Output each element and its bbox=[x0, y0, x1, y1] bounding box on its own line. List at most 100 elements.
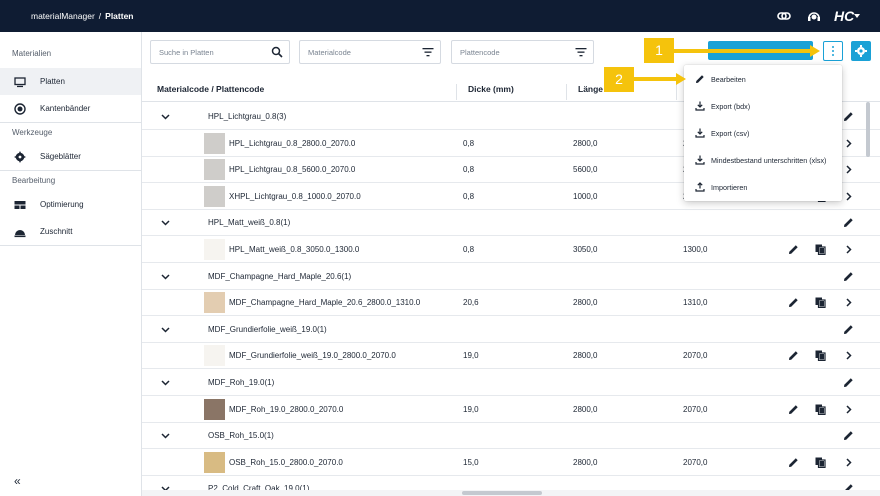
copy-button[interactable] bbox=[815, 350, 826, 362]
more-vertical-icon bbox=[832, 46, 834, 48]
table-row[interactable]: MDF_Champagne_Hard_Maple_20.6_2800.0_131… bbox=[142, 289, 880, 317]
upload-icon bbox=[695, 182, 705, 192]
chevron-down-icon[interactable] bbox=[161, 378, 170, 387]
column-header-length[interactable]: Länge bbox=[578, 84, 603, 94]
table-row[interactable]: MDF_Grundierfolie_weiß_19.0_2800.0_2070.… bbox=[142, 342, 880, 370]
group-label: HPL_Matt_weiß_0.8(1) bbox=[208, 218, 291, 228]
chevron-right-icon[interactable] bbox=[843, 244, 854, 255]
cell-length: 5600,0 bbox=[573, 165, 598, 175]
scrollbar-thumb[interactable] bbox=[462, 491, 542, 495]
column-header-code[interactable]: Materialcode / Plattencode bbox=[157, 84, 264, 94]
group-row[interactable]: HPL_Matt_weiß_0.8(1) bbox=[142, 209, 880, 237]
edit-group-button[interactable] bbox=[843, 377, 854, 388]
link-icon[interactable] bbox=[776, 8, 792, 24]
menu-item-export-bdx[interactable]: Export (bdx) bbox=[684, 93, 842, 120]
cell-thickness: 0,8 bbox=[463, 191, 475, 201]
group-label: MDF_Grundierfolie_weiß_19.0(1) bbox=[208, 324, 327, 334]
materialcode-filter[interactable]: Materialcode bbox=[299, 40, 441, 64]
search-input[interactable]: Suche in Platten bbox=[150, 40, 290, 64]
cell-thickness: 0,8 bbox=[463, 138, 475, 148]
chevron-down-icon[interactable] bbox=[161, 218, 170, 227]
support-icon[interactable] bbox=[806, 8, 822, 24]
cell-width: 2070,0 bbox=[683, 404, 708, 414]
chevron-down-icon[interactable] bbox=[161, 431, 170, 440]
menu-item-label: Importieren bbox=[711, 183, 748, 192]
cell-length: 3050,0 bbox=[573, 245, 598, 254]
edit-group-button[interactable] bbox=[843, 217, 854, 228]
plattencode-filter[interactable]: Plattencode bbox=[451, 40, 594, 64]
cell-thickness: 15,0 bbox=[463, 457, 479, 467]
cell-code: HPL_Lichtgrau_0.8_2800.0_2070.0 bbox=[229, 138, 356, 148]
copy-button[interactable] bbox=[815, 297, 826, 309]
column-header-thickness[interactable]: Dicke (mm) bbox=[468, 84, 514, 94]
group-row[interactable]: MDF_Roh_19.0(1) bbox=[142, 369, 880, 396]
monitor-icon bbox=[14, 76, 26, 88]
material-thumbnail bbox=[204, 398, 225, 420]
table-row[interactable]: HPL_Matt_weiß_0.8_3050.0_1300.0 0,8 3050,0… bbox=[142, 236, 880, 263]
sidebar-item-zuschnitt[interactable]: Zuschnitt bbox=[0, 218, 141, 245]
cell-thickness: 20,6 bbox=[463, 298, 479, 308]
copy-button[interactable] bbox=[815, 404, 826, 415]
edit-group-button[interactable] bbox=[843, 324, 854, 335]
chevron-right-icon[interactable] bbox=[843, 297, 854, 308]
cell-thickness: 0,8 bbox=[463, 245, 475, 254]
sidebar-item-platten[interactable]: Platten bbox=[0, 68, 141, 95]
edit-button[interactable] bbox=[788, 350, 799, 361]
menu-item-importieren[interactable]: Importieren bbox=[684, 174, 842, 201]
edit-group-button[interactable] bbox=[843, 271, 854, 282]
chevron-down-icon[interactable] bbox=[161, 272, 170, 281]
chevron-right-icon[interactable] bbox=[843, 138, 854, 149]
material-thumbnail bbox=[204, 185, 225, 207]
sidebar-item-optimierung[interactable]: Optimierung bbox=[0, 191, 141, 218]
group-row[interactable]: OSB_Roh_15.0(1) bbox=[142, 422, 880, 450]
cell-length: 2800,0 bbox=[573, 298, 598, 308]
edit-button[interactable] bbox=[788, 297, 799, 308]
vertical-scrollbar[interactable] bbox=[866, 102, 870, 157]
sidebar-item-kantenbaender[interactable]: Kantenbänder bbox=[0, 95, 141, 122]
copy-button[interactable] bbox=[815, 244, 826, 255]
chevron-down-icon[interactable] bbox=[161, 325, 170, 334]
sidebar-item-saegeblaetter[interactable]: Sägeblätter bbox=[0, 143, 141, 170]
collapse-sidebar-button[interactable]: « bbox=[14, 474, 21, 488]
group-label: MDF_Roh_19.0(1) bbox=[208, 378, 275, 387]
edit-group-button[interactable] bbox=[843, 111, 854, 122]
filter-icon bbox=[575, 46, 587, 58]
table-row[interactable]: OSB_Roh_15.0_2800.0_2070.0 15,0 2800,0 2070… bbox=[142, 449, 880, 476]
cell-code: MDF_Roh_19.0_2800.0_2070.0 bbox=[229, 404, 344, 414]
sidebar-divider bbox=[0, 245, 141, 246]
menu-item-export-csv[interactable]: Export (csv) bbox=[684, 120, 842, 147]
copy-button[interactable] bbox=[815, 457, 826, 468]
table-row[interactable]: MDF_Roh_19.0_2800.0_2070.0 19,0 2800,0 2070… bbox=[142, 396, 880, 423]
chevron-right-icon[interactable] bbox=[843, 457, 854, 468]
plattencode-placeholder: Plattencode bbox=[460, 48, 500, 57]
chevron-right-icon[interactable] bbox=[843, 350, 854, 361]
cell-code: HPL_Lichtgrau_0.8_5600.0_2070.0 bbox=[229, 165, 356, 175]
chevron-right-icon[interactable] bbox=[843, 191, 854, 202]
chevron-right-icon[interactable] bbox=[843, 404, 854, 415]
menu-item-bearbeiten[interactable]: Bearbeiten bbox=[684, 66, 842, 93]
breadcrumb-app[interactable]: materialManager bbox=[31, 11, 95, 21]
sidebar-section-materialien: Materialien bbox=[12, 49, 52, 58]
group-row[interactable]: MDF_Grundierfolie_weiß_19.0(1) bbox=[142, 316, 880, 343]
horizontal-scrollbar[interactable] bbox=[142, 490, 880, 496]
edit-group-button[interactable] bbox=[843, 430, 854, 441]
menu-item-label: Export (csv) bbox=[711, 129, 750, 138]
user-menu[interactable]: HC bbox=[834, 8, 862, 24]
cell-code: MDF_Champagne_Hard_Maple_20.6_2800.0_131… bbox=[229, 298, 421, 308]
cell-length: 2800,0 bbox=[573, 138, 598, 148]
chevron-right-icon[interactable] bbox=[843, 164, 854, 175]
cell-code: MDF_Grundierfolie_weiß_19.0_2800.0_2070.… bbox=[229, 351, 396, 361]
edit-button[interactable] bbox=[788, 404, 799, 415]
callout-arrowhead-2 bbox=[676, 73, 686, 85]
more-options-button[interactable] bbox=[823, 41, 843, 61]
edit-button[interactable] bbox=[788, 457, 799, 468]
edit-button[interactable] bbox=[788, 244, 799, 255]
cell-width: 2070,0 bbox=[683, 457, 708, 467]
menu-item-mindestbestand[interactable]: Mindestbestand unterschritten (xlsx) bbox=[684, 147, 842, 174]
cell-width: 1310,0 bbox=[683, 298, 708, 308]
cell-thickness: 19,0 bbox=[463, 404, 479, 414]
settings-button[interactable] bbox=[851, 41, 871, 61]
group-row[interactable]: MDF_Champagne_Hard_Maple_20.6(1) bbox=[142, 263, 880, 290]
chevron-down-icon[interactable] bbox=[161, 112, 170, 121]
optimization-icon bbox=[14, 199, 26, 211]
